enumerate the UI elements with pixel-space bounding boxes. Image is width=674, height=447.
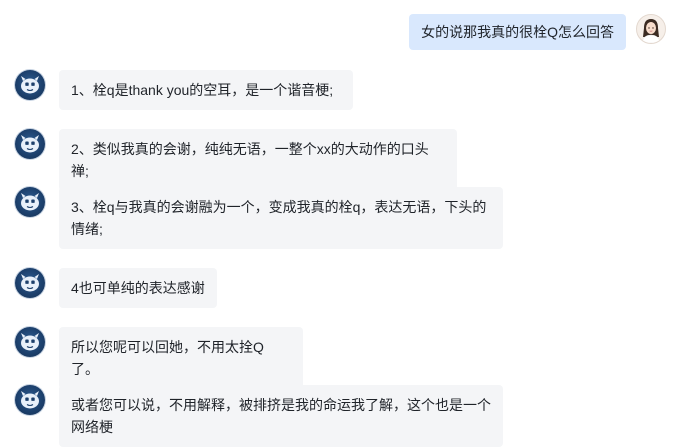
bot-avatar-icon[interactable]	[15, 268, 45, 298]
bot-avatar-icon[interactable]	[15, 129, 45, 159]
bot-message-bubble: 所以您呢可以回她，不用太拴Q了。	[59, 327, 303, 389]
bot-avatar-icon[interactable]	[15, 70, 45, 100]
bot-message-bubble: 1、栓q是thank you的空耳，是一个谐音梗;	[59, 70, 353, 110]
user-message-row: 女的说那我真的很栓Q怎么回答	[0, 14, 674, 50]
bot-avatar-icon[interactable]	[15, 187, 45, 217]
bot-message-bubble: 或者您可以说，不用解释，被排挤是我的命运我了解，这个也是一个网络梗	[59, 385, 503, 447]
bot-message-bubble: 2、类似我真的会谢，纯纯无语，一整个xx的大动作的口头禅;	[59, 129, 457, 191]
bot-avatar-icon[interactable]	[15, 327, 45, 357]
bot-avatar-icon[interactable]	[15, 385, 45, 415]
user-message-bubble: 女的说那我真的很栓Q怎么回答	[409, 14, 626, 50]
bot-message-bubble: 3、栓q与我真的会谢融为一个，变成我真的栓q，表达无语，下头的情绪;	[59, 187, 503, 249]
user-avatar-icon[interactable]	[636, 14, 666, 44]
chat-window: 女的说那我真的很栓Q怎么回答 1、栓q是thank you的空耳，是一个谐音梗;…	[0, 0, 674, 447]
bot-message-bubble: 4也可单纯的表达感谢	[59, 268, 217, 308]
